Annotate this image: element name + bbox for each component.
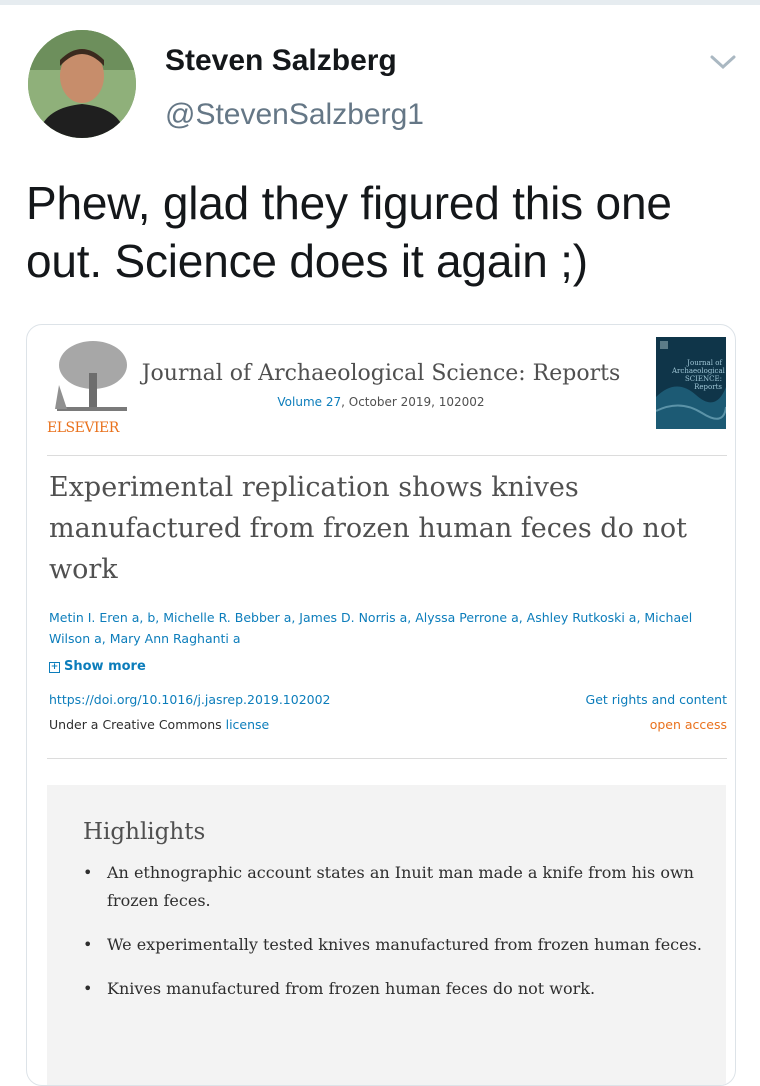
highlight-text: Knives manufactured from frozen human fe… bbox=[107, 979, 596, 998]
cover-text: Journal of Archaeological SCIENCE: Repor… bbox=[672, 359, 725, 391]
publisher-name: ELSEVIER bbox=[47, 420, 119, 436]
license-line: Under a Creative Commons license bbox=[49, 717, 269, 732]
license-link[interactable]: license bbox=[226, 717, 270, 732]
author-handle[interactable]: @StevenSalzberg1 bbox=[165, 98, 424, 132]
chevron-down-icon[interactable] bbox=[708, 50, 738, 74]
author-name[interactable]: Steven Salzberg bbox=[165, 44, 397, 78]
bullet: • bbox=[83, 863, 93, 882]
avatar-photo bbox=[28, 30, 136, 138]
highlights-list: • An ethnographic account states an Inuit… bbox=[83, 859, 703, 1019]
journal-volume: Volume 27, October 2019, 102002 bbox=[27, 395, 735, 409]
highlight-text: An ethnographic account states an Inuit … bbox=[107, 863, 694, 910]
avatar[interactable] bbox=[28, 30, 136, 138]
rights-link[interactable]: Get rights and content bbox=[586, 692, 727, 707]
highlights-heading: Highlights bbox=[83, 819, 206, 845]
volume-details: , October 2019, 102002 bbox=[341, 395, 485, 409]
article-title[interactable]: Experimental replication shows knives ma… bbox=[49, 467, 709, 590]
plus-icon: + bbox=[49, 662, 60, 673]
show-more-button[interactable]: + Show more bbox=[49, 659, 146, 674]
show-more-label: Show more bbox=[64, 659, 146, 674]
highlights-box: Highlights • An ethnographic account stat… bbox=[47, 785, 726, 1085]
doi-link[interactable]: https://doi.org/10.1016/j.jasrep.2019.10… bbox=[49, 692, 331, 707]
divider bbox=[47, 758, 727, 759]
elsevier-logo: ELSEVIER bbox=[47, 337, 131, 437]
open-access-badge: open access bbox=[649, 717, 727, 732]
tweet-text: Phew, glad they figured this one out. Sc… bbox=[26, 177, 672, 287]
volume-link[interactable]: Volume 27 bbox=[277, 395, 341, 409]
author-list[interactable]: Metin I. Eren a, b, Michelle R. Bebber a… bbox=[49, 607, 729, 649]
top-divider bbox=[0, 0, 760, 5]
highlight-text: We experimentally tested knives manufact… bbox=[107, 935, 702, 954]
journal-cover[interactable]: Journal of Archaeological SCIENCE: Repor… bbox=[656, 337, 726, 429]
bullet: • bbox=[83, 979, 93, 998]
highlight-item: • We experimentally tested knives manufac… bbox=[83, 931, 703, 959]
article-card[interactable]: ELSEVIER Journal of Archaeological Scien… bbox=[26, 324, 736, 1086]
divider bbox=[47, 455, 727, 456]
highlight-item: • Knives manufactured from frozen human f… bbox=[83, 975, 703, 1003]
journal-title[interactable]: Journal of Archaeological Science: Repor… bbox=[27, 361, 735, 386]
highlight-item: • An ethnographic account states an Inuit… bbox=[83, 859, 703, 915]
license-prefix: Under a Creative Commons bbox=[49, 717, 226, 732]
bullet: • bbox=[83, 935, 93, 954]
